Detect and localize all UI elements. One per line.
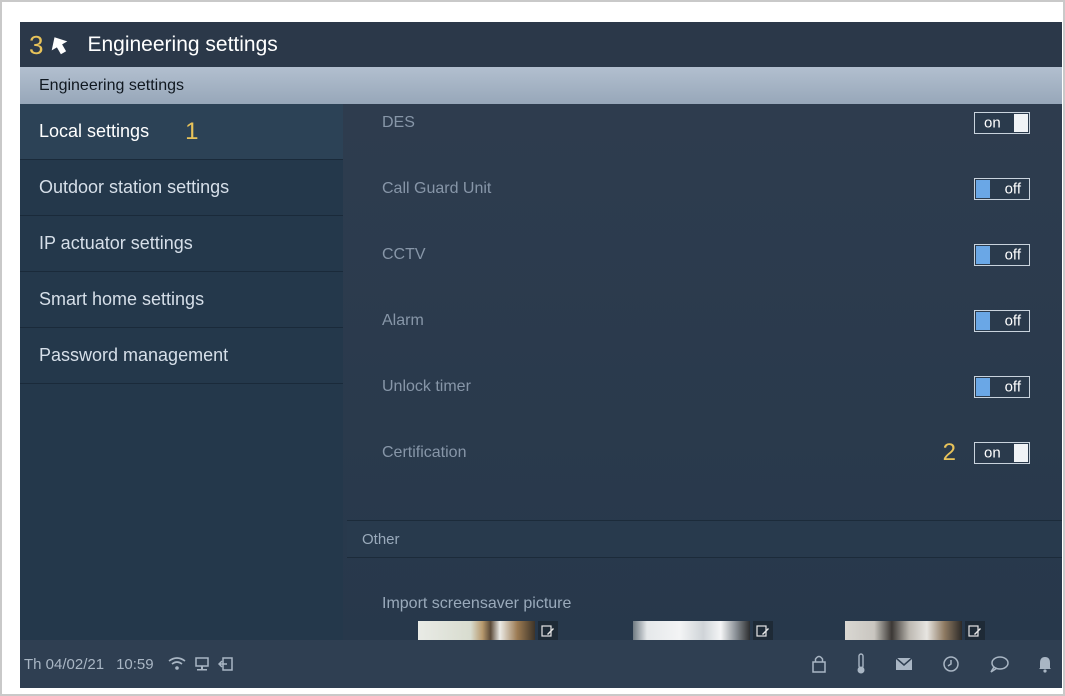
edit-icon[interactable]: [538, 621, 558, 640]
history-icon[interactable]: [942, 655, 960, 673]
sidebar-item-label: Smart home settings: [39, 289, 205, 309]
sidebar-item-outdoor-station-settings[interactable]: Outdoor station settings: [20, 160, 343, 216]
toggle-knob: [976, 246, 990, 264]
sidebar-item-label: Local settings: [39, 121, 150, 141]
certification-toggle[interactable]: on: [974, 442, 1030, 464]
sidebar-item-smart-home-settings[interactable]: Smart home settings: [20, 272, 343, 328]
setting-row-des: DES on: [347, 90, 1062, 156]
back-arrow-icon[interactable]: [47, 33, 71, 57]
status-bar: Th 04/02/21 10:59: [20, 640, 1062, 688]
bell-icon[interactable]: [1038, 655, 1052, 673]
other-section-header: Other: [347, 520, 1062, 558]
toggle-state-label: off: [1004, 378, 1021, 396]
setting-label: Unlock timer: [382, 378, 471, 395]
setting-label: DES: [382, 114, 415, 131]
unlock-timer-toggle[interactable]: off: [974, 376, 1030, 398]
section-title: Engineering settings: [39, 76, 184, 94]
page-title: Engineering settings: [87, 32, 278, 56]
toggle-knob: [1014, 114, 1028, 132]
screensaver-thumbnail-1[interactable]: [418, 621, 558, 640]
callout-number-1: 1: [185, 117, 199, 145]
setting-label: CCTV: [382, 246, 426, 263]
callout-number-3: 3: [29, 29, 44, 60]
sidebar-item-label: Outdoor station settings: [39, 177, 230, 197]
wifi-icon: [168, 656, 186, 672]
sidebar-item-label: Password management: [39, 345, 229, 365]
network-icon: [194, 656, 210, 672]
setting-label: Certification: [382, 444, 467, 461]
toggle-state-label: on: [984, 114, 1001, 132]
import-screensaver-label: Import screensaver picture: [382, 595, 572, 612]
status-time: 10:59: [116, 655, 154, 673]
toggle-knob: [976, 378, 990, 396]
thermometer-icon[interactable]: [856, 653, 866, 675]
screensaver-thumbnail-2[interactable]: [633, 621, 773, 640]
toggle-state-label: off: [1004, 312, 1021, 330]
toggle-knob: [976, 312, 990, 330]
sidebar-item-label: IP actuator settings: [39, 233, 193, 253]
lock-icon[interactable]: [811, 654, 827, 674]
toggle-state-label: off: [1004, 246, 1021, 264]
edit-icon[interactable]: [753, 621, 773, 640]
call-guard-unit-toggle[interactable]: off: [974, 178, 1030, 200]
chat-icon[interactable]: [989, 655, 1009, 673]
toggle-state-label: on: [984, 444, 1001, 462]
setting-row-unlock-timer: Unlock timer off: [347, 354, 1062, 420]
setting-row-alarm: Alarm off: [347, 288, 1062, 354]
settings-panel: DES on Call Guard Unit off CCTV off Alar…: [347, 104, 1062, 640]
screensaver-image: [633, 621, 750, 640]
toggle-knob: [976, 180, 990, 198]
sidebar-item-ip-actuator-settings[interactable]: IP actuator settings: [20, 216, 343, 272]
status-date: Th 04/02/21: [24, 655, 105, 673]
screensaver-image: [418, 621, 535, 640]
logout-icon[interactable]: [217, 656, 234, 672]
cctv-toggle[interactable]: off: [974, 244, 1030, 266]
setting-label: Call Guard Unit: [382, 180, 492, 197]
toggle-state-label: off: [1004, 180, 1021, 198]
sidebar: Local settings 1 Outdoor station setting…: [20, 104, 343, 640]
screen: 3 Engineering settings Engineering setti…: [20, 22, 1062, 640]
edit-icon[interactable]: [965, 621, 985, 640]
alarm-toggle[interactable]: off: [974, 310, 1030, 332]
setting-row-call-guard-unit: Call Guard Unit off: [347, 156, 1062, 222]
setting-label: Alarm: [382, 312, 424, 329]
des-toggle[interactable]: on: [974, 112, 1030, 134]
sidebar-item-local-settings[interactable]: Local settings 1: [20, 104, 343, 160]
header: 3 Engineering settings: [20, 22, 1062, 67]
mail-icon[interactable]: [895, 657, 913, 671]
screensaver-thumbnail-3[interactable]: [845, 621, 985, 640]
callout-number-2: 2: [942, 439, 956, 466]
setting-row-certification: Certification 2 on: [347, 420, 1062, 486]
sidebar-item-password-management[interactable]: Password management: [20, 328, 343, 384]
toggle-knob: [1014, 444, 1028, 462]
other-section-title: Other: [362, 530, 400, 548]
screensaver-image: [845, 621, 962, 640]
setting-row-cctv: CCTV off: [347, 222, 1062, 288]
